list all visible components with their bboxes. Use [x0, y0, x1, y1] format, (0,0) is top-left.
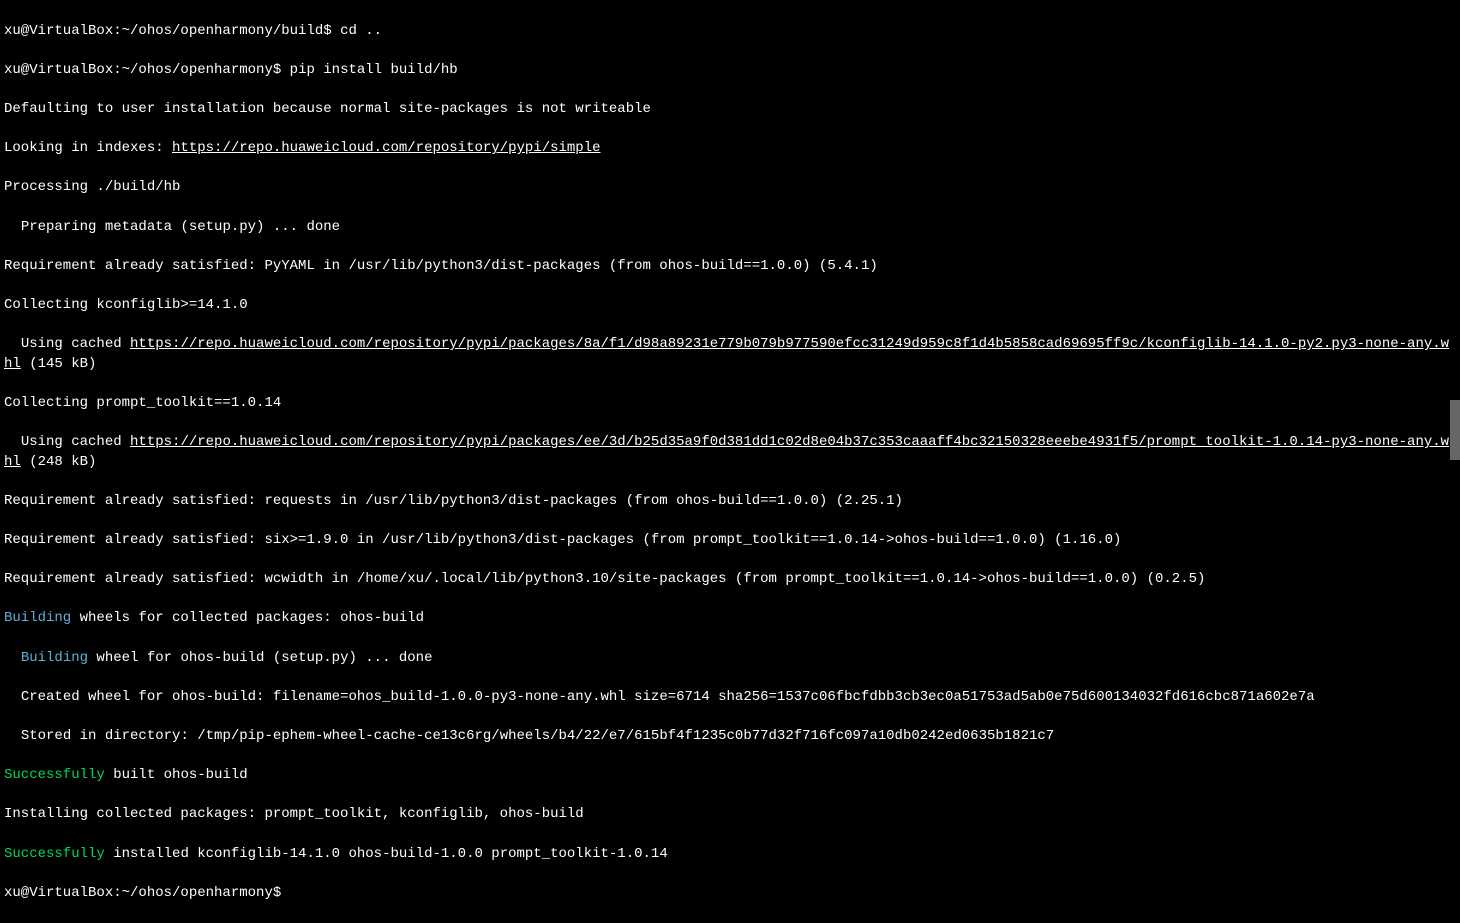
url-link: https://repo.huaweicloud.com/repository/… [172, 140, 600, 156]
output-line: Using cached https://repo.huaweicloud.co… [4, 335, 1456, 374]
output-text: installed kconfiglib-14.1.0 ohos-build-1… [105, 846, 668, 862]
success-text: Successfully [4, 846, 105, 862]
output-line: Stored in directory: /tmp/pip-ephem-whee… [4, 727, 1456, 747]
url-link: https://repo.huaweicloud.com/repository/… [4, 336, 1449, 372]
prompt-path: :~/ohos/openharmony [113, 885, 273, 901]
output-text: wheels for collected packages: ohos-buil… [71, 610, 424, 626]
prompt-user: xu@VirtualBox [4, 23, 113, 39]
prompt-user: xu@VirtualBox [4, 885, 113, 901]
terminal-output[interactable]: xu@VirtualBox:~/ohos/openharmony/build$ … [4, 2, 1456, 923]
command-cursor [281, 885, 289, 901]
output-line: Using cached https://repo.huaweicloud.co… [4, 433, 1456, 472]
prompt-line: xu@VirtualBox:~/ohos/openharmony$ [4, 884, 1456, 904]
output-line: Collecting kconfiglib>=14.1.0 [4, 296, 1456, 316]
command-text: pip install build/hb [281, 62, 457, 78]
prompt-line: xu@VirtualBox:~/ohos/openharmony/build$ … [4, 22, 1456, 42]
output-line: Requirement already satisfied: PyYAML in… [4, 257, 1456, 277]
output-line: Building wheel for ohos-build (setup.py)… [4, 649, 1456, 669]
prompt-path: :~/ohos/openharmony/build [113, 23, 323, 39]
url-link: https://repo.huaweicloud.com/repository/… [4, 434, 1449, 470]
output-line: Collecting prompt_toolkit==1.0.14 [4, 394, 1456, 414]
prompt-line: xu@VirtualBox:~/ohos/openharmony$ pip in… [4, 61, 1456, 81]
prompt-path: :~/ohos/openharmony [113, 62, 273, 78]
output-line: Installing collected packages: prompt_to… [4, 805, 1456, 825]
output-text: Using cached [4, 434, 130, 450]
output-line: Building wheels for collected packages: … [4, 609, 1456, 629]
output-line: Preparing metadata (setup.py) ... done [4, 218, 1456, 238]
output-line: Successfully installed kconfiglib-14.1.0… [4, 845, 1456, 865]
building-text: Building [4, 610, 71, 626]
output-line: Requirement already satisfied: wcwidth i… [4, 570, 1456, 590]
output-text: Using cached [4, 336, 130, 352]
output-line: Requirement already satisfied: six>=1.9.… [4, 531, 1456, 551]
prompt-dollar: $ [273, 885, 281, 901]
output-line: Successfully built ohos-build [4, 766, 1456, 786]
output-line: Looking in indexes: https://repo.huaweic… [4, 139, 1456, 159]
prompt-dollar: $ [323, 23, 331, 39]
scrollbar-thumb[interactable] [1450, 400, 1460, 460]
output-text: Looking in indexes: [4, 140, 172, 156]
output-text: (248 kB) [21, 454, 97, 470]
success-text: Successfully [4, 767, 105, 783]
prompt-dollar: $ [273, 62, 281, 78]
command-text: cd .. [332, 23, 382, 39]
building-text: Building [4, 650, 88, 666]
prompt-user: xu@VirtualBox [4, 62, 113, 78]
output-line: Requirement already satisfied: requests … [4, 492, 1456, 512]
output-line: Created wheel for ohos-build: filename=o… [4, 688, 1456, 708]
output-text: wheel for ohos-build (setup.py) ... done [88, 650, 432, 666]
output-text: (145 kB) [21, 356, 97, 372]
output-text: built ohos-build [105, 767, 248, 783]
output-line: Defaulting to user installation because … [4, 100, 1456, 120]
output-line: Processing ./build/hb [4, 178, 1456, 198]
